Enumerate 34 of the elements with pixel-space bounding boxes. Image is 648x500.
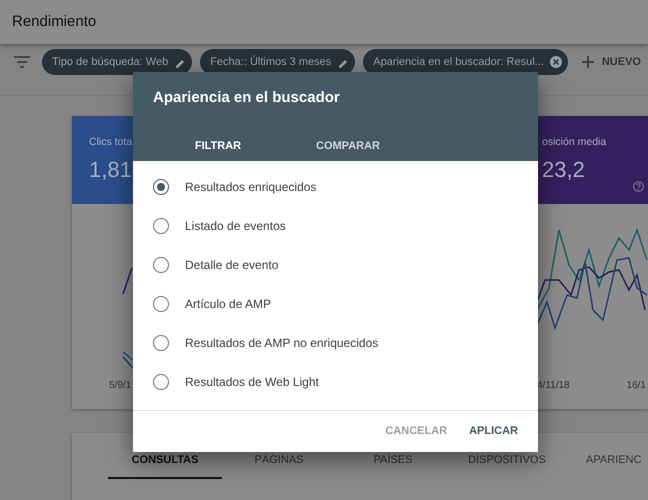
radio-option[interactable]: Resultados de Web Light	[133, 362, 319, 401]
radio-option[interactable]: Resultados de AMP no enriquecidos	[133, 323, 378, 362]
filter-chip[interactable]: Tipo de búsqueda: Web	[42, 49, 192, 75]
metric-label: Clics tota	[89, 135, 132, 150]
metric-value: 1,81	[89, 156, 132, 184]
radio-button[interactable]	[153, 334, 169, 350]
radio-button[interactable]	[153, 256, 169, 272]
filter-icon[interactable]	[14, 56, 30, 68]
page-title: Rendimiento	[12, 12, 96, 32]
report-tab[interactable]: APARIENC	[564, 433, 642, 479]
radio-option[interactable]: Detalle de evento	[133, 245, 278, 284]
plus-icon	[582, 56, 594, 68]
axis-label: 16/1	[626, 379, 646, 393]
dialog-tab[interactable]: FILTRAR	[153, 130, 283, 164]
metric-value: 23,2	[542, 156, 585, 184]
radio-option[interactable]: Artículo de AMP	[133, 284, 272, 323]
report-tab[interactable]: PÁGINAS	[222, 433, 336, 479]
dialog-tab[interactable]: COMPARAR	[283, 130, 413, 164]
radio-button[interactable]	[153, 218, 169, 234]
radio-option[interactable]: Resultados enriquecidos	[133, 167, 316, 206]
new-filter-button[interactable]: NUEVO	[582, 49, 641, 75]
cancel-button[interactable]: CANCELAR	[377, 416, 456, 446]
radio-button[interactable]	[153, 374, 169, 390]
help-icon[interactable]	[633, 181, 644, 192]
apply-button[interactable]: APLICAR	[461, 416, 526, 446]
radio-button[interactable]	[153, 296, 169, 312]
axis-label: 5/9/1	[109, 379, 132, 393]
axis-label: 4/11/18	[537, 379, 570, 393]
metric-label: osición media	[542, 135, 606, 150]
close-icon	[550, 56, 562, 68]
radio-button[interactable]	[153, 178, 169, 194]
filter-chip[interactable]: Apariencia en el buscador: Resul...	[363, 49, 568, 75]
radio-option[interactable]: Listado de eventos	[133, 206, 286, 245]
dialog-title: Apariencia en el buscador	[153, 88, 340, 108]
